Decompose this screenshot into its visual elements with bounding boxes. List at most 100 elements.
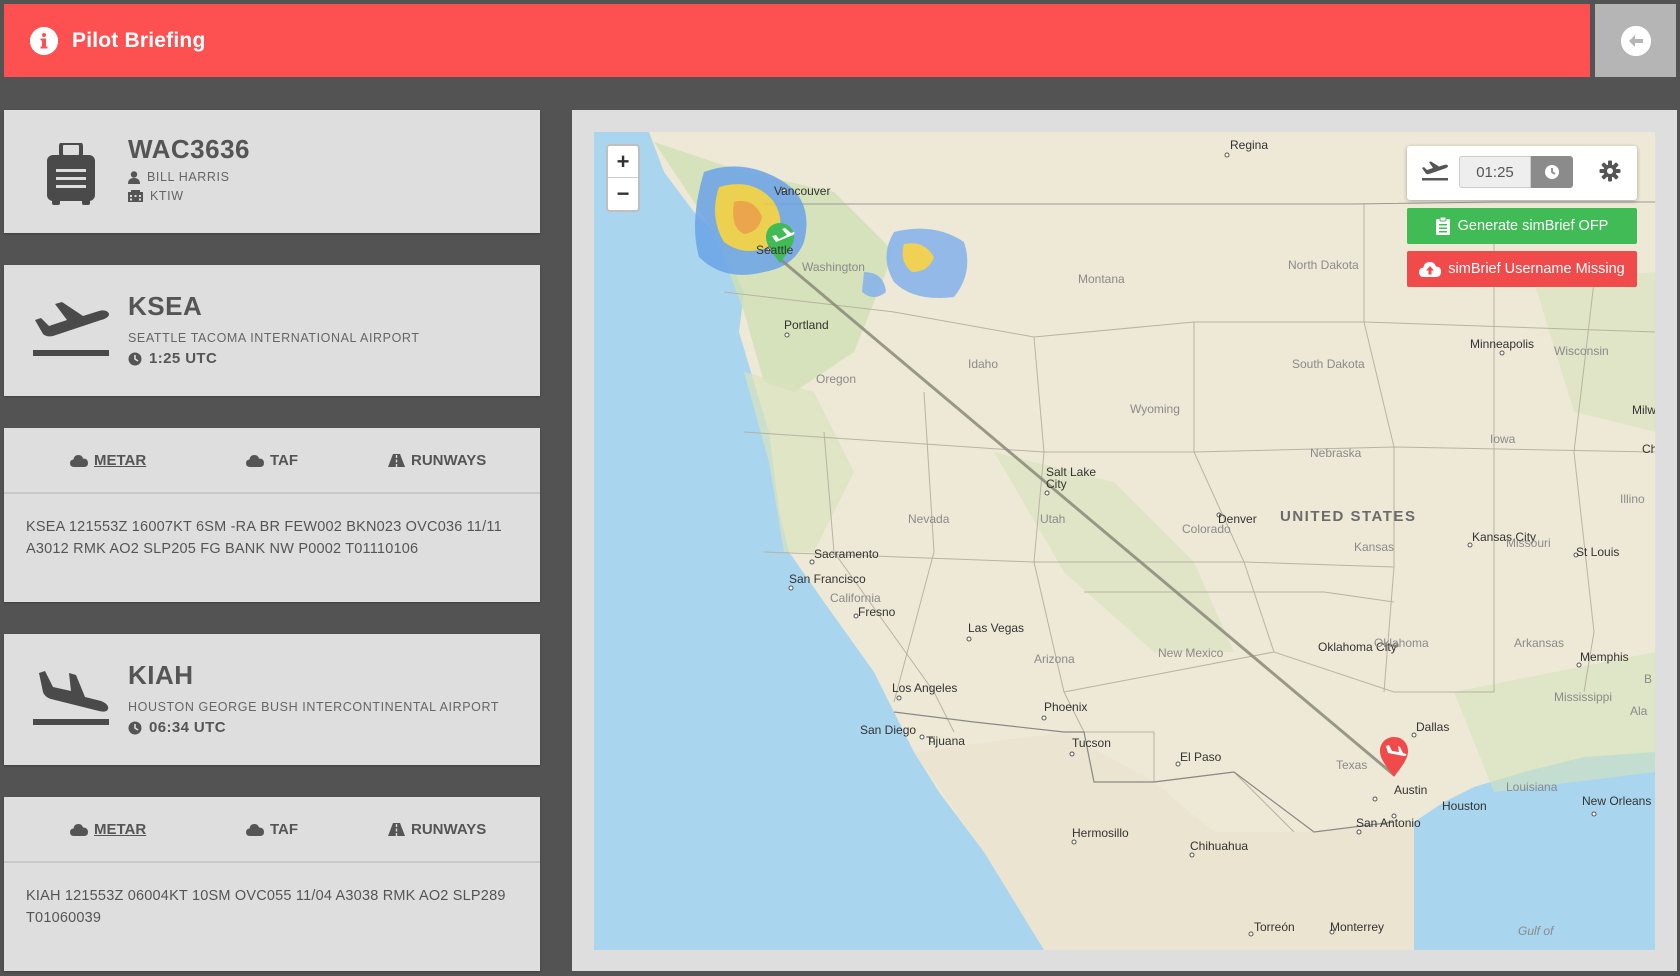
weather-tabs: METAR TAF RUNWAYS: [4, 428, 540, 494]
generate-ofp-button[interactable]: Generate simBrief OFP: [1407, 208, 1637, 244]
city-label: Chihuahua: [1190, 839, 1249, 853]
city-label: Dallas: [1416, 720, 1450, 734]
city-label: Portland: [784, 318, 829, 332]
city-label: Vancouver: [774, 184, 831, 198]
arrival-metar-text: KIAH 121553Z 06004KT 10SM OVC055 11/04 A…: [26, 888, 506, 926]
city-label: Phoenix: [1044, 700, 1088, 714]
road-icon: [388, 823, 405, 836]
flight-info-card: WAC3636 BILL HARRIS KTIW: [4, 110, 540, 233]
tab-metar[interactable]: METAR: [70, 821, 146, 838]
state-label: Iowa: [1490, 432, 1516, 446]
state-label: Missouri: [1506, 536, 1551, 550]
back-button[interactable]: [1595, 4, 1676, 77]
state-label: Wyoming: [1130, 402, 1180, 416]
state-label: California: [830, 591, 881, 605]
city-label: Torreón: [1254, 920, 1295, 934]
city-label: San Antonio: [1356, 816, 1421, 830]
arrival-icao: KIAH: [128, 660, 194, 690]
city-label: Tijuana: [926, 734, 965, 748]
clock-icon: [128, 352, 142, 365]
cloud-icon: [70, 824, 88, 836]
city-label: Fresno: [858, 605, 896, 619]
user-icon: [128, 170, 140, 184]
state-label: Wisconsin: [1554, 344, 1609, 358]
map-control-panel: [1407, 146, 1637, 200]
arrival-card: KIAH HOUSTON GEORGE BUSH INTERCONTINENTA…: [4, 634, 540, 765]
state-label: Utah: [1040, 512, 1066, 526]
weather-tabs: METAR TAF RUNWAYS: [4, 797, 540, 863]
zoom-out-button[interactable]: −: [608, 178, 638, 210]
plane-arrival-icon: [26, 658, 116, 738]
state-label: Nebraska: [1310, 446, 1362, 460]
suitcase-icon: [26, 134, 116, 214]
tab-runways[interactable]: RUNWAYS: [388, 452, 486, 469]
city-label: Seattle: [756, 243, 794, 257]
departure-icao: KSEA: [128, 291, 203, 321]
departure-metar-text: KSEA 121553Z 16007KT 6SM -RA BR FEW002 B…: [26, 519, 502, 557]
state-label: Oregon: [816, 372, 857, 386]
arrival-marker[interactable]: [1380, 737, 1408, 777]
city-label: Ch: [1642, 442, 1655, 456]
tab-runways[interactable]: RUNWAYS: [388, 821, 486, 838]
gear-icon[interactable]: [1599, 160, 1621, 187]
cloud-icon: [246, 455, 264, 467]
zoom-in-button[interactable]: +: [608, 146, 638, 178]
city-label: Salt Lake City: [1046, 465, 1097, 491]
clock-icon: [128, 721, 142, 734]
city-label: San Francisco: [789, 572, 866, 586]
state-label: Illino: [1620, 492, 1645, 506]
state-label: Colorado: [1182, 522, 1231, 536]
arrival-weather-card: METAR TAF RUNWAYS KIAH 121553Z 06004KT 1…: [4, 797, 540, 971]
clipboard-icon: [1435, 217, 1450, 235]
city-label: Minneapolis: [1470, 337, 1535, 351]
departure-airport-name: SEATTLE TACOMA INTERNATIONAL AIRPORT: [128, 331, 420, 345]
state-label: Arizona: [1034, 652, 1075, 666]
clock-icon: [1545, 165, 1559, 179]
tab-taf[interactable]: TAF: [246, 821, 298, 838]
city-label: Houston: [1442, 799, 1487, 813]
arrow-left-icon: [1620, 25, 1651, 56]
plane-departure-icon: [26, 289, 116, 369]
city-label: Tucson: [1072, 736, 1111, 750]
state-label: Washington: [802, 260, 865, 274]
clock-button[interactable]: [1531, 156, 1573, 188]
tab-taf[interactable]: TAF: [246, 452, 298, 469]
flight-callsign: WAC3636: [128, 134, 250, 164]
city-label: St Louis: [1576, 545, 1620, 559]
road-icon: [388, 454, 405, 467]
city-label: Sacramento: [814, 547, 879, 561]
city-label: Austin: [1394, 783, 1428, 797]
building-icon: [128, 190, 143, 202]
simbrief-username-button[interactable]: simBrief Username Missing: [1407, 251, 1637, 287]
arrival-time: 06:34 UTC: [149, 719, 226, 736]
arrival-airport-name: HOUSTON GEORGE BUSH INTERCONTINENTAL AIR…: [128, 700, 500, 714]
city-label: San Diego: [860, 723, 917, 737]
state-label: New Mexico: [1158, 646, 1224, 660]
city-label: Hermosillo: [1072, 826, 1129, 840]
city-label: Los Angeles: [892, 681, 958, 695]
pilot-name: BILL HARRIS: [147, 170, 230, 184]
state-label: Kansas: [1354, 540, 1395, 554]
cloud-upload-icon: [1419, 262, 1442, 277]
city-label: Regina: [1230, 138, 1269, 152]
state-label: South Dakota: [1292, 357, 1365, 371]
cloud-icon: [246, 824, 264, 836]
city-label: El Paso: [1180, 750, 1222, 764]
country-label: UNITED STATES: [1280, 508, 1417, 525]
cloud-icon: [70, 455, 88, 467]
city-label: Memphis: [1580, 650, 1629, 664]
state-label: Gulf of: [1518, 924, 1554, 938]
state-label: North Dakota: [1288, 258, 1359, 272]
departure-weather-card: METAR TAF RUNWAYS KSEA 121553Z 16007KT 6…: [4, 428, 540, 602]
time-input[interactable]: [1459, 156, 1531, 188]
city-label: Las Vegas: [968, 621, 1025, 635]
tab-metar[interactable]: METAR: [70, 452, 146, 469]
state-label: Oklahoma: [1374, 636, 1429, 650]
flight-map[interactable]: Regina Vancouver Seattle Portland Minnea…: [594, 132, 1655, 950]
company-code: KTIW: [150, 189, 184, 203]
page-title: Pilot Briefing: [72, 28, 206, 52]
city-label: Monterrey: [1330, 920, 1385, 934]
zoom-controls: + −: [606, 144, 640, 212]
state-label: Nevada: [908, 512, 950, 526]
plane-departure-icon[interactable]: [1421, 160, 1449, 187]
